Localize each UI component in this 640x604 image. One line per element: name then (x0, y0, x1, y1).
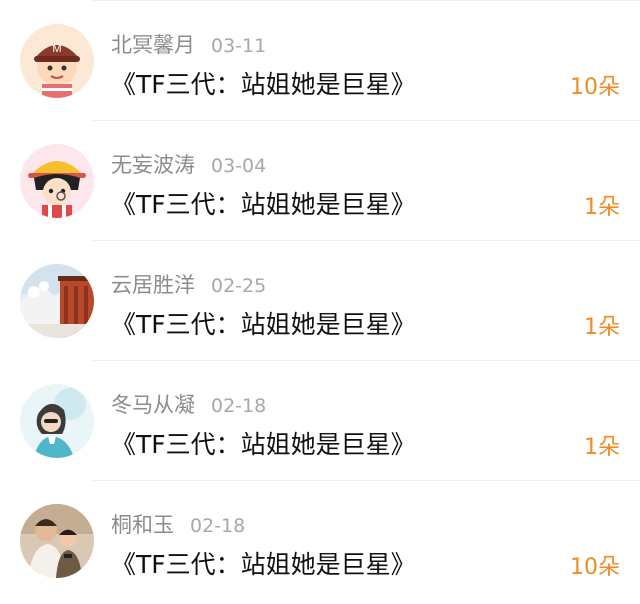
svg-text:M: M (52, 43, 61, 55)
list-item[interactable]: 冬马从凝 02-18 《TF三代：站姐她是巨星》 1朵 (0, 361, 640, 481)
avatar-image: M (20, 24, 94, 98)
girl-photo-avatar[interactable] (20, 384, 94, 458)
user-name[interactable]: 云居胜洋 (111, 269, 195, 299)
list-item[interactable]: 桐和玉 02-18 《TF三代：站姐她是巨星》 10朵 (0, 481, 640, 601)
list-item[interactable]: 云居胜洋 02-25 《TF三代：站姐她是巨星》 1朵 (0, 241, 640, 361)
cartoon-boy-m-cap-avatar[interactable]: M (20, 24, 94, 98)
flower-count: 1朵 (584, 435, 620, 460)
book-title[interactable]: 《TF三代：站姐她是巨星》 (111, 545, 416, 581)
book-title[interactable]: 《TF三代：站姐她是巨星》 (111, 305, 416, 341)
item-meta: 北冥馨月 03-11 (111, 29, 266, 57)
flower-count: 1朵 (584, 315, 620, 340)
date: 02-18 (211, 395, 267, 417)
man-and-child-photo-avatar[interactable] (20, 504, 94, 578)
user-name[interactable]: 桐和玉 (111, 509, 174, 539)
date: 02-18 (190, 515, 246, 537)
item-meta: 云居胜洋 02-25 (111, 269, 266, 297)
user-name[interactable]: 北冥馨月 (111, 29, 195, 59)
snowy-temple-avatar[interactable] (20, 264, 94, 338)
item-meta: 桐和玉 02-18 (111, 509, 245, 537)
user-name[interactable]: 无妄波涛 (111, 149, 195, 179)
gift-list: M 北冥馨月 03-11 《TF三代：站姐她是巨星》 10朵 无妄波涛 03-0… (0, 1, 640, 601)
flower-count: 1朵 (584, 195, 620, 220)
flower-count: 10朵 (570, 75, 620, 100)
book-title[interactable]: 《TF三代：站姐她是巨星》 (111, 425, 416, 461)
cartoon-girl-hat-avatar[interactable] (20, 144, 94, 218)
avatar-image (20, 384, 94, 458)
list-item[interactable]: M 北冥馨月 03-11 《TF三代：站姐她是巨星》 10朵 (0, 1, 640, 121)
item-meta: 无妄波涛 03-04 (111, 149, 266, 177)
avatar-image (20, 144, 94, 218)
avatar-image (20, 504, 94, 578)
date: 03-11 (211, 35, 267, 57)
list-item[interactable]: 无妄波涛 03-04 《TF三代：站姐她是巨星》 1朵 (0, 121, 640, 241)
book-title[interactable]: 《TF三代：站姐她是巨星》 (111, 65, 416, 101)
item-meta: 冬马从凝 02-18 (111, 389, 266, 417)
book-title[interactable]: 《TF三代：站姐她是巨星》 (111, 185, 416, 221)
date: 02-25 (211, 275, 267, 297)
user-name[interactable]: 冬马从凝 (111, 389, 195, 419)
avatar-image (20, 264, 94, 338)
date: 03-04 (211, 155, 267, 177)
flower-count: 10朵 (570, 555, 620, 580)
